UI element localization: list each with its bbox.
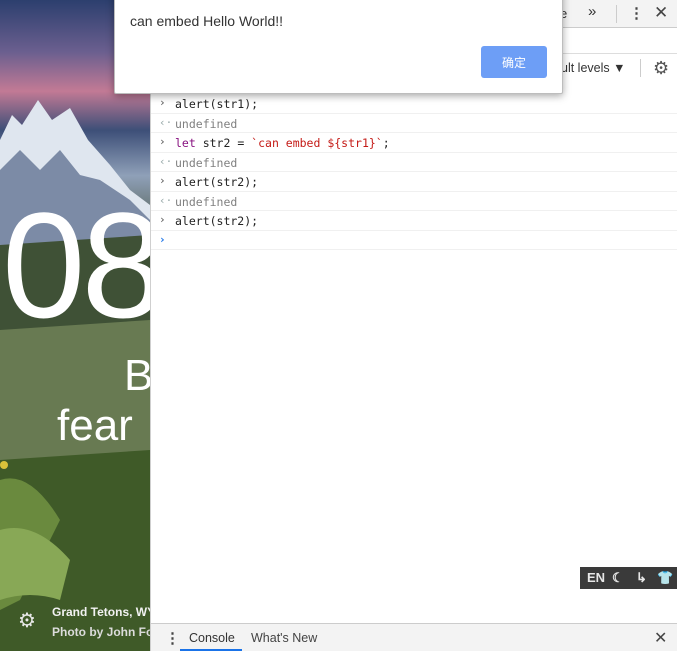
console-input-line: › alert(str2); [151, 172, 677, 192]
prompt-chevron-icon: › [159, 232, 166, 246]
console-input-line: › alert(str2); [151, 211, 677, 231]
console-code: alert(str2); [175, 175, 259, 189]
devtools-drawer: ⋮ Console What's New ✕ [151, 623, 677, 651]
devtools-panel: e » ⋮ ✕ ult levels ▼ ⚙ › alert(str1); ‹·… [150, 0, 677, 651]
console-prompt[interactable]: › [151, 231, 677, 250]
console-result-line: ‹· undefined [151, 114, 677, 133]
input-chevron-icon: › [159, 135, 166, 148]
close-drawer-icon[interactable]: ✕ [654, 628, 667, 648]
pin-icon[interactable]: ↳ [636, 570, 647, 586]
console-result: undefined [175, 194, 238, 209]
input-chevron-icon: › [159, 174, 166, 187]
code-text: str2 = [195, 136, 252, 150]
console-output[interactable]: › alert(str1); ‹· undefined › let str2 =… [151, 94, 677, 250]
result-arrow-icon: ‹· [159, 154, 173, 168]
console-settings-icon[interactable]: ⚙ [653, 58, 669, 79]
tab-whats-new[interactable]: What's New [251, 631, 317, 645]
shirt-icon[interactable]: 👕 [657, 570, 673, 586]
code-text: ; [382, 136, 390, 150]
result-arrow-icon: ‹· [159, 193, 173, 207]
photo-location[interactable]: Grand Tetons, WY [52, 605, 150, 619]
greeting-line-2: fear [57, 401, 133, 450]
console-code: alert(str1); [175, 97, 259, 111]
extension-toolbar: EN ☾ ↳ 👕 [580, 567, 677, 589]
console-input-line: › let str2 = `can embed ${str1}`; [151, 133, 677, 153]
photo-credit[interactable]: Photo by John Fo [52, 625, 150, 639]
log-levels-dropdown[interactable]: ult levels ▼ [561, 61, 625, 75]
more-tabs-icon[interactable]: » [588, 3, 596, 20]
toolbar-divider [640, 59, 641, 77]
customize-menu-icon[interactable]: ⋮ [629, 4, 644, 22]
toolbar-divider [616, 5, 617, 23]
language-button[interactable]: EN [587, 570, 605, 585]
input-chevron-icon: › [159, 213, 166, 226]
greeting-line-1: B [124, 351, 150, 400]
settings-gear-icon[interactable]: ⚙ [18, 611, 38, 631]
console-result-line: ‹· undefined [151, 192, 677, 211]
console-result-line: ‹· undefined [151, 153, 677, 172]
moon-icon[interactable]: ☾ [612, 570, 624, 586]
alert-message: can embed Hello World!! [130, 13, 284, 29]
clock-display: 08 [2, 181, 150, 349]
console-code: alert(str2); [175, 214, 259, 228]
console-result: undefined [175, 116, 238, 131]
console-code: let str2 = `can embed ${str1}`; [175, 136, 390, 150]
background-photo: 08 B fear ⚙ Grand Tetons, WY Photo by Jo… [0, 0, 150, 651]
console-input-line: › alert(str1); [151, 94, 677, 114]
close-devtools-icon[interactable]: ✕ [654, 3, 668, 23]
code-keyword: let [175, 136, 196, 150]
input-chevron-icon: › [159, 96, 166, 109]
code-string: `can embed ${str1}` [251, 136, 383, 150]
tab-console[interactable]: Console [189, 631, 235, 645]
alert-dialog: can embed Hello World!! 确定 [114, 0, 563, 94]
result-arrow-icon: ‹· [159, 115, 173, 129]
console-result: undefined [175, 155, 238, 170]
ok-button[interactable]: 确定 [481, 46, 547, 78]
drawer-menu-icon[interactable]: ⋮ [165, 629, 180, 647]
